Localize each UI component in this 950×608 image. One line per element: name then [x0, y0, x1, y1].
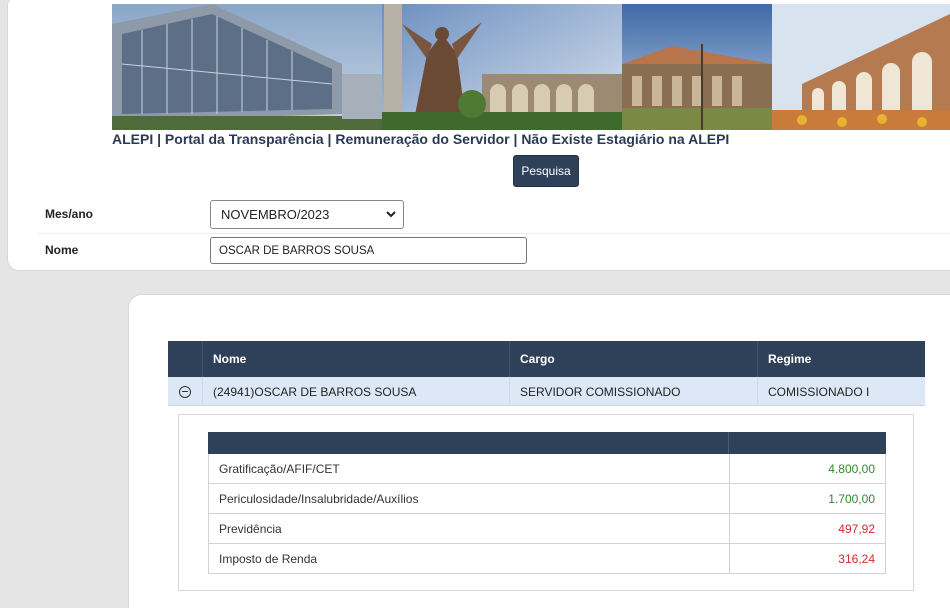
table-row[interactable]: (24941)OSCAR DE BARROS SOUSA SERVIDOR CO… [168, 377, 925, 406]
search-button[interactable]: Pesquisa [513, 155, 579, 187]
detail-label: Gratificação/AFIF/CET [219, 461, 340, 476]
chevron-down-icon [386, 211, 396, 218]
header-banner-image [112, 4, 950, 130]
month-year-label: Mes/ano [45, 207, 94, 221]
month-year-value: NOVEMBRO/2023 [221, 207, 330, 222]
cell-cargo: SERVIDOR COMISSIONADO [509, 377, 757, 406]
cell-nome: (24941)OSCAR DE BARROS SOUSA [202, 377, 509, 406]
detail-table-header [208, 432, 886, 454]
detail-row: Periculosidade/Insalubridade/Auxílios 1.… [208, 484, 886, 514]
name-input-value: OSCAR DE BARROS SOUSA [219, 244, 375, 257]
detail-value: 1.700,00 [828, 491, 875, 506]
results-table-header: Nome Cargo Regime [168, 341, 925, 377]
detail-label: Previdência [219, 521, 282, 536]
collapse-circle-minus-icon[interactable] [179, 385, 191, 398]
detail-value: 316,24 [838, 551, 875, 566]
column-header-nome: Nome [202, 341, 509, 377]
column-header-regime: Regime [757, 341, 925, 377]
banner-photo [112, 4, 950, 130]
detail-row: Previdência 497,92 [208, 514, 886, 544]
detail-value: 497,92 [838, 521, 875, 536]
detail-label: Imposto de Renda [219, 551, 318, 566]
column-header-cargo: Cargo [509, 341, 757, 377]
cell-regime: COMISSIONADO I [757, 377, 925, 406]
detail-label: Periculosidade/Insalubridade/Auxílios [219, 491, 419, 506]
month-year-select[interactable]: NOVEMBRO/2023 [210, 200, 404, 229]
name-label: Nome [45, 243, 79, 257]
page-title: ALEPI | Portal da Transparência | Remune… [112, 131, 730, 147]
detail-row: Gratificação/AFIF/CET 4.800,00 [208, 454, 886, 484]
detail-row: Imposto de Renda 316,24 [208, 544, 886, 574]
form-divider [37, 233, 950, 234]
detail-value: 4.800,00 [828, 461, 875, 476]
name-input[interactable]: OSCAR DE BARROS SOUSA [210, 237, 527, 264]
header-toggle-column [168, 341, 202, 377]
row-toggle-cell[interactable] [168, 377, 202, 406]
